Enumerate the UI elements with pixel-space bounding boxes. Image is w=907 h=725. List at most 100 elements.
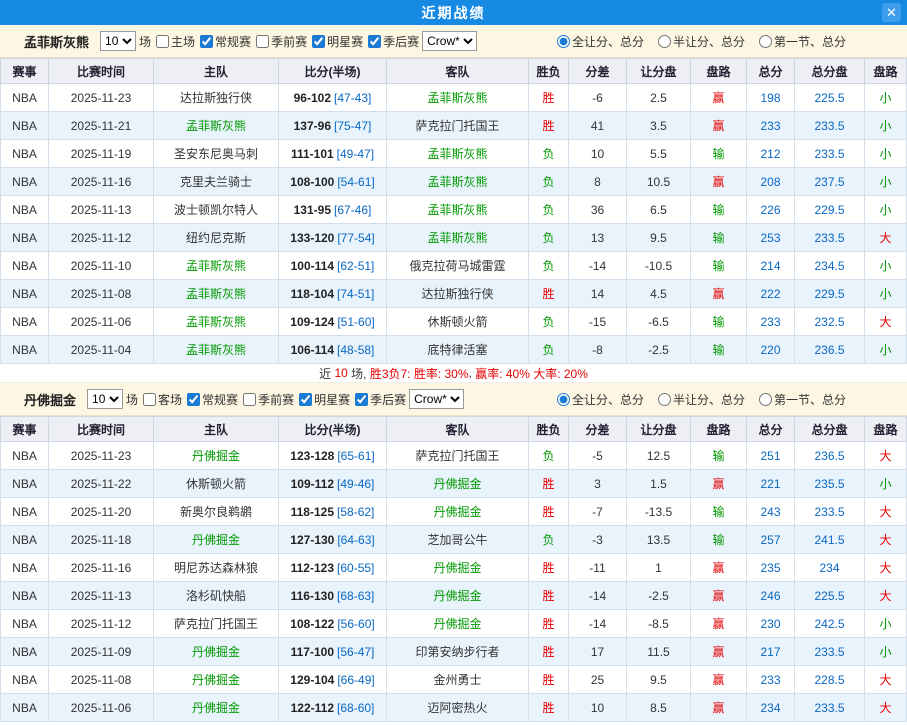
radio-input[interactable] xyxy=(759,393,772,406)
handicap-result-flag: 赢 xyxy=(712,701,724,715)
preseason-checkbox[interactable] xyxy=(256,35,269,48)
allstar-filter[interactable]: 明星赛 xyxy=(312,33,363,50)
handicap-line: -6.5 xyxy=(648,315,669,329)
close-icon[interactable]: ✕ xyxy=(882,3,901,22)
preseason-checkbox[interactable] xyxy=(243,393,256,406)
total-line-cell: 233.5 xyxy=(795,638,865,666)
checkbox-label: 主场 xyxy=(171,33,195,50)
score-diff: -8 xyxy=(592,343,603,357)
preseason-filter[interactable]: 季前赛 xyxy=(243,391,294,408)
playoffs-filter[interactable]: 季后赛 xyxy=(368,33,419,50)
total-points: 198 xyxy=(760,91,780,105)
radio-input[interactable] xyxy=(759,35,772,48)
home-team-cell: 波士顿凯尔特人 xyxy=(154,196,279,224)
full-handicap-total-radio[interactable]: 全让分、总分 xyxy=(557,33,644,50)
half-handicap-total-radio[interactable]: 半让分、总分 xyxy=(658,33,745,50)
regular-season-filter[interactable]: 常规赛 xyxy=(187,391,238,408)
allstar-filter[interactable]: 明星赛 xyxy=(299,391,350,408)
final-score: 118-125 xyxy=(291,505,334,519)
over-under-cell: 大 xyxy=(865,582,907,610)
radio-input[interactable] xyxy=(658,393,671,406)
over-under-flag: 小 xyxy=(879,175,891,189)
win-loss-flag: 负 xyxy=(542,533,554,547)
home-team-name: 波士顿凯尔特人 xyxy=(174,203,258,217)
first-quarter-total-radio[interactable]: 第一节、总分 xyxy=(759,33,846,50)
win-loss-flag: 胜 xyxy=(542,287,554,301)
radio-input[interactable] xyxy=(658,35,671,48)
away-team-cell: 孟菲斯灰熊 xyxy=(387,168,529,196)
game-date: 2025-11-22 xyxy=(71,477,132,491)
odds-source-select[interactable]: Crow* xyxy=(422,31,477,51)
half-handicap-total-radio[interactable]: 半让分、总分 xyxy=(658,391,745,408)
allstar-checkbox[interactable] xyxy=(299,393,312,406)
total-cell: 235 xyxy=(747,554,795,582)
column-header: 主队 xyxy=(154,417,279,442)
total-cell: 221 xyxy=(747,470,795,498)
total-cell: 230 xyxy=(747,610,795,638)
total-cell: 233 xyxy=(747,308,795,336)
playoffs-checkbox[interactable] xyxy=(355,393,368,406)
result-cell: 负 xyxy=(529,252,569,280)
preseason-filter[interactable]: 季前赛 xyxy=(256,33,307,50)
away-team-cell: 丹佛掘金 xyxy=(387,498,529,526)
game-row: NBA2025-11-04孟菲斯灰熊106-114[48-58]底特律活塞负-8… xyxy=(1,336,907,364)
over-under-cell: 大 xyxy=(865,308,907,336)
league-label: NBA xyxy=(12,203,37,217)
score-cell: 100-114[62-51] xyxy=(279,252,387,280)
handicap-cell: -2.5 xyxy=(627,582,691,610)
away-court-filter[interactable]: 客场 xyxy=(143,391,182,408)
games-count-select[interactable]: 10 xyxy=(100,31,136,51)
checkbox-label: 季前赛 xyxy=(271,33,307,50)
league-label: NBA xyxy=(12,343,37,357)
games-count-select[interactable]: 10 xyxy=(87,389,123,409)
over-under-cell: 小 xyxy=(865,280,907,308)
total-line-cell: 225.5 xyxy=(795,84,865,112)
over-under-flag: 小 xyxy=(879,203,891,217)
table-header: 赛事比赛时间主队比分(半场)客队胜负分差让分盘盘路总分总分盘盘路 xyxy=(1,417,907,442)
handicap-result-flag: 输 xyxy=(712,147,724,161)
allstar-checkbox[interactable] xyxy=(312,35,325,48)
playoffs-checkbox[interactable] xyxy=(368,35,381,48)
playoffs-filter[interactable]: 季后赛 xyxy=(355,391,406,408)
over-under-cell: 大 xyxy=(865,666,907,694)
handicap-cell: 8.5 xyxy=(627,694,691,722)
first-quarter-total-radio[interactable]: 第一节、总分 xyxy=(759,391,846,408)
total-line-cell: 241.5 xyxy=(795,526,865,554)
diff-cell: 36 xyxy=(569,196,627,224)
total-cell: 208 xyxy=(747,168,795,196)
over-under-flag: 小 xyxy=(879,645,891,659)
home-team-name: 明尼苏达森林狼 xyxy=(174,561,258,575)
home-team-name: 丹佛掘金 xyxy=(192,645,240,659)
league-label: NBA xyxy=(12,617,37,631)
regular-season-checkbox[interactable] xyxy=(200,35,213,48)
half-score: [68-60] xyxy=(337,701,374,715)
odds-source-select[interactable]: Crow* xyxy=(409,389,464,409)
home-court-filter[interactable]: 主场 xyxy=(156,33,195,50)
column-header: 赛事 xyxy=(1,59,49,84)
win-loss-flag: 胜 xyxy=(542,673,554,687)
radio-label: 第一节、总分 xyxy=(774,33,846,50)
away-team-name: 孟菲斯灰熊 xyxy=(427,91,487,105)
home-team-name: 孟菲斯灰熊 xyxy=(186,287,246,301)
regular-season-filter[interactable]: 常规赛 xyxy=(200,33,251,50)
home-team-name: 圣安东尼奥马刺 xyxy=(174,147,258,161)
home-team-cell: 孟菲斯灰熊 xyxy=(154,308,279,336)
away-team-cell: 俄克拉荷马城雷霆 xyxy=(387,252,529,280)
full-handicap-total-radio[interactable]: 全让分、总分 xyxy=(557,391,644,408)
league-cell: NBA xyxy=(1,582,49,610)
final-score: 133-120 xyxy=(290,231,334,245)
radio-input[interactable] xyxy=(557,35,570,48)
result-cell: 负 xyxy=(529,442,569,470)
total-cell: 253 xyxy=(747,224,795,252)
final-score: 111-101 xyxy=(291,147,334,161)
radio-input[interactable] xyxy=(557,393,570,406)
league-label: NBA xyxy=(12,287,37,301)
home-court-checkbox[interactable] xyxy=(156,35,169,48)
handicap-line: 12.5 xyxy=(647,449,670,463)
radio-label: 全让分、总分 xyxy=(572,391,644,408)
league-cell: NBA xyxy=(1,694,49,722)
regular-season-checkbox[interactable] xyxy=(187,393,200,406)
game-date: 2025-11-23 xyxy=(71,449,132,463)
away-court-checkbox[interactable] xyxy=(143,393,156,406)
total-points: 226 xyxy=(760,203,780,217)
